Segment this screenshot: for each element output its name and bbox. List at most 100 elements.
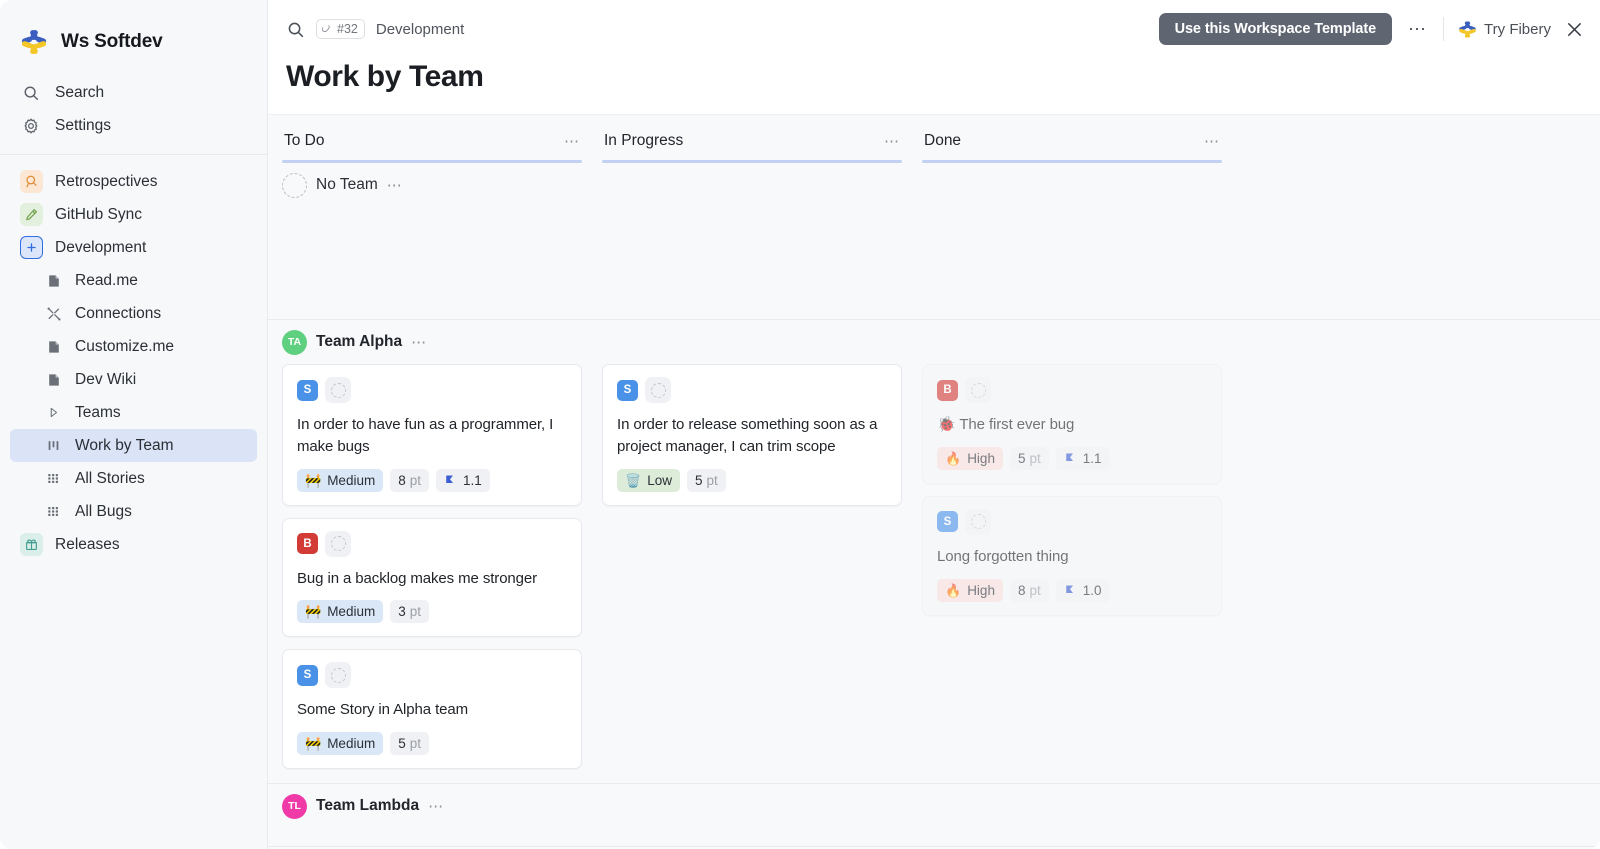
sidebar-item-dev-wiki[interactable]: Dev Wiki <box>10 363 257 396</box>
dashed-circle-icon[interactable] <box>965 377 991 403</box>
breadcrumb-app-name[interactable]: Development <box>376 21 464 38</box>
board-lane[interactable] <box>602 207 902 305</box>
avatar <box>282 173 307 198</box>
board-lane[interactable] <box>602 828 902 832</box>
board-groups: No Team⋯TATeam Alpha⋯SIn order to have f… <box>268 163 1600 847</box>
points-chip[interactable]: 8pt <box>390 469 429 492</box>
dashed-circle-icon[interactable] <box>325 377 351 403</box>
top-bar-actions: Use this Workspace Template ⋯ <box>1159 13 1584 45</box>
sidebar-item-search[interactable]: Search <box>10 76 257 109</box>
board-group-name: Team Lambda <box>316 797 419 815</box>
ellipsis-icon[interactable]: ⋯ <box>884 134 900 149</box>
board-lane[interactable] <box>922 207 1222 305</box>
connections-icon <box>44 304 63 323</box>
workspace-header[interactable]: Ws Softdev <box>0 22 267 62</box>
board-lane[interactable]: S In order to release something soon as a… <box>602 364 902 769</box>
priority-chip[interactable]: 🔥High <box>937 447 1003 470</box>
ellipsis-icon[interactable]: ⋯ <box>428 799 444 814</box>
board-lane[interactable]: S In order to have fun as a programmer, I… <box>282 364 582 769</box>
bug-type-badge[interactable]: B <box>297 533 318 554</box>
ellipsis-icon[interactable]: ⋯ <box>564 134 580 149</box>
priority-label: Medium <box>327 736 375 751</box>
ellipsis-icon[interactable]: ⋯ <box>411 335 427 350</box>
board-lane[interactable] <box>922 828 1222 832</box>
card-meta: 🔥High 5pt 1.1 <box>937 447 1207 470</box>
board-card[interactable]: BBug in a backlog makes me stronger🚧Medi… <box>282 518 582 638</box>
priority-chip[interactable]: 🚧Medium <box>297 732 383 755</box>
ellipsis-icon[interactable]: ⋯ <box>1204 134 1220 149</box>
points-chip[interactable]: 3pt <box>390 600 429 623</box>
priority-label: Medium <box>327 473 375 488</box>
dashed-circle-icon[interactable] <box>325 531 351 557</box>
sidebar-item-teams[interactable]: Teams <box>10 396 257 429</box>
board-card[interactable]: S In order to release something soon as a… <box>602 364 902 506</box>
sidebar-item-label: Connections <box>75 305 161 323</box>
board-group-lanes: S In order to have fun as a programmer, I… <box>282 364 1600 783</box>
priority-chip[interactable]: 🗑️Low <box>617 469 680 492</box>
sidebar-item-development[interactable]: Development <box>10 231 257 264</box>
column-underline <box>922 160 1222 163</box>
dashed-circle-icon[interactable] <box>645 377 671 403</box>
story-type-badge[interactable]: S <box>617 380 638 401</box>
points-chip[interactable]: 5pt <box>1010 447 1049 470</box>
entity-id-chip[interactable]: #32 <box>316 19 365 39</box>
sidebar-item-retrospectives[interactable]: Retrospectives <box>10 165 257 198</box>
board-lane[interactable] <box>282 828 582 832</box>
sidebar-item-read-me[interactable]: Read.me <box>10 264 257 297</box>
sidebar-item-releases[interactable]: Releases <box>10 528 257 561</box>
board-group-header: TLTeam Lambda⋯ <box>282 784 1600 828</box>
board-card[interactable]: B🐞 The first ever bug🔥High5pt1.1 <box>922 364 1222 484</box>
board-card[interactable]: S In order to have fun as a programmer, I… <box>282 364 582 506</box>
board-lane[interactable] <box>282 207 582 305</box>
grid-list-icon <box>44 469 63 488</box>
card-header: S <box>297 662 567 688</box>
dashed-circle-icon[interactable] <box>325 662 351 688</box>
search-icon[interactable] <box>286 20 305 39</box>
board-group: No Team⋯ <box>268 163 1600 320</box>
board-inner: To Do⋯In Progress⋯Done⋯ No Team⋯TATeam A… <box>268 115 1600 847</box>
close-icon[interactable] <box>1565 20 1584 39</box>
try-fibery-button[interactable]: Try Fibery <box>1458 20 1551 39</box>
main-content: #32 Development Use this Workspace Templ… <box>268 0 1600 849</box>
search-icon <box>20 82 42 104</box>
sidebar-item-label: Development <box>55 239 146 257</box>
sidebar-item-all-stories[interactable]: All Stories <box>10 462 257 495</box>
column-title: In Progress <box>604 132 683 150</box>
priority-chip[interactable]: 🚧Medium <box>297 600 383 623</box>
bug-type-badge[interactable]: B <box>937 380 958 401</box>
board-lane[interactable]: B🐞 The first ever bug🔥High5pt1.1SLong fo… <box>922 364 1222 769</box>
release-chip[interactable]: 1.1 <box>1056 447 1110 470</box>
points-chip[interactable]: 8pt <box>1010 579 1049 602</box>
sidebar-item-customize-me[interactable]: Customize.me <box>10 330 257 363</box>
points-value: 3 <box>398 604 406 619</box>
sidebar-item-settings[interactable]: Settings <box>10 109 257 142</box>
priority-chip[interactable]: 🔥High <box>937 579 1003 602</box>
card-title: In order to release something soon as a … <box>617 414 887 458</box>
priority-label: High <box>967 451 995 466</box>
dashed-circle-icon[interactable] <box>965 509 991 535</box>
board-card[interactable]: SSome Story in Alpha team🚧Medium5pt <box>282 649 582 769</box>
ellipsis-icon[interactable]: ⋯ <box>387 178 403 193</box>
priority-chip[interactable]: 🚧Medium <box>297 469 383 492</box>
sidebar-item-connections[interactable]: Connections <box>10 297 257 330</box>
flag-icon <box>1064 452 1076 464</box>
fibery-app-window: Ws Softdev Search Settings <box>0 0 1600 849</box>
points-chip[interactable]: 5pt <box>390 732 429 755</box>
board-card[interactable]: SLong forgotten thing🔥High8pt1.0 <box>922 496 1222 616</box>
card-title: In order to have fun as a programmer, I … <box>297 414 567 458</box>
sidebar-item-github-sync[interactable]: GitHub Sync <box>10 198 257 231</box>
points-value: 8 <box>1018 583 1026 598</box>
board-columns-icon <box>44 436 63 455</box>
points-chip[interactable]: 5pt <box>687 469 726 492</box>
grid-list-icon <box>44 502 63 521</box>
story-type-badge[interactable]: S <box>297 665 318 686</box>
release-chip[interactable]: 1.1 <box>436 469 490 492</box>
sidebar-item-all-bugs[interactable]: All Bugs <box>10 495 257 528</box>
ellipsis-icon[interactable]: ⋯ <box>1406 20 1429 38</box>
sidebar-item-work-by-team[interactable]: Work by Team <box>10 429 257 462</box>
board-group-lanes <box>282 207 1600 319</box>
release-chip[interactable]: 1.0 <box>1056 579 1110 602</box>
story-type-badge[interactable]: S <box>937 511 958 532</box>
use-workspace-template-button[interactable]: Use this Workspace Template <box>1159 13 1392 45</box>
story-type-badge[interactable]: S <box>297 380 318 401</box>
